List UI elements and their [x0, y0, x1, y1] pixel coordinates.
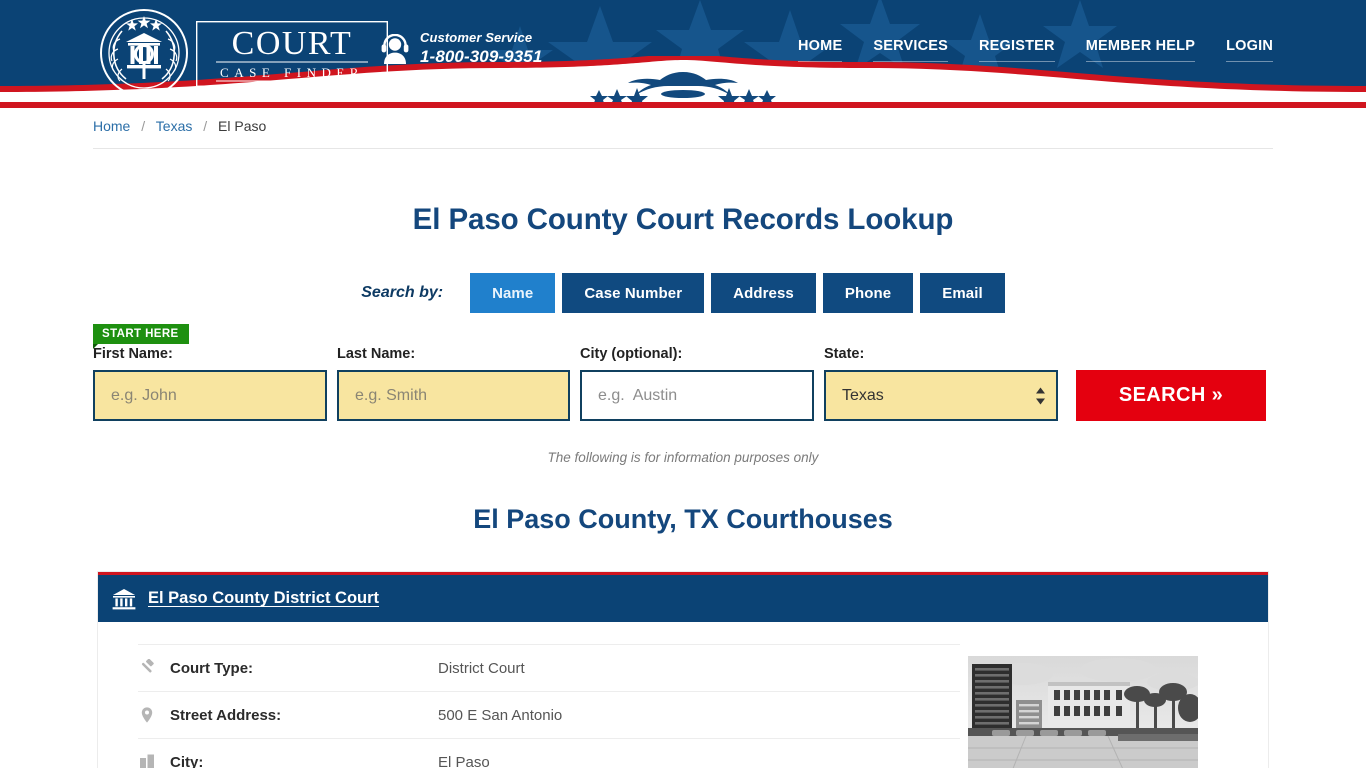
tab-phone[interactable]: Phone [822, 273, 914, 313]
state-label: State: [824, 346, 865, 362]
start-here-badge: START HERE [93, 324, 189, 349]
search-by-tabs: Search by: Name Case Number Address Phon… [0, 273, 1366, 313]
customer-service-label: Customer Service [420, 30, 533, 45]
detail-value: 500 E San Antonio [438, 706, 563, 724]
headset-agent-icon [381, 33, 409, 64]
tab-name[interactable]: Name [470, 273, 556, 313]
courthouse-card-body: Court Type: District Court Street Addres… [98, 622, 1268, 768]
search-by-label: Search by: [361, 284, 444, 301]
detail-row: City: El Paso [138, 738, 960, 768]
disclaimer-text: The following is for information purpose… [547, 450, 819, 465]
detail-row: Court Type: District Court [138, 644, 960, 691]
nav-item-register[interactable]: REGISTER [979, 38, 1055, 62]
courthouse-card-header: El Paso County District Court [98, 575, 1268, 622]
city-label: City (optional): [580, 346, 683, 362]
first-name-input[interactable] [93, 370, 327, 421]
courthouse-name-link[interactable]: El Paso County District Court [148, 589, 379, 608]
last-name-label: Last Name: [337, 346, 416, 362]
last-name-field: Last Name: [337, 346, 570, 421]
city-field: City (optional): [580, 346, 814, 421]
nav-item-login[interactable]: LOGIN [1226, 38, 1273, 62]
city-input[interactable] [580, 370, 814, 421]
tab-address[interactable]: Address [711, 273, 816, 313]
bank-building-icon [112, 588, 136, 609]
nav-item-member-help[interactable]: MEMBER HELP [1085, 38, 1196, 62]
city-icon [140, 754, 154, 768]
gavel-icon [141, 659, 154, 673]
tab-email[interactable]: Email [920, 273, 1005, 313]
breadcrumb-item-texas[interactable]: Texas [156, 118, 193, 134]
first-name-field: First Name: [93, 346, 327, 421]
breadcrumb-item-home[interactable]: Home [93, 118, 130, 134]
detail-value: El Paso [438, 753, 490, 768]
detail-label: City: [170, 753, 204, 768]
court-seal-emblem-icon [100, 9, 188, 97]
detail-value: District Court [438, 659, 525, 677]
search-button[interactable]: SEARCH » [1076, 370, 1266, 421]
breadcrumb-divider [93, 148, 1273, 149]
site-logo[interactable]: COURT CASE FINDER [98, 7, 388, 99]
svg-text:CASE FINDER: CASE FINDER [220, 65, 364, 80]
first-name-label: First Name: [93, 346, 173, 362]
map-pin-icon [141, 707, 153, 723]
customer-service-phone[interactable]: 1-800-309-9351 [420, 47, 542, 67]
tab-case-number[interactable]: Case Number [562, 273, 705, 313]
breadcrumb-separator: / [203, 118, 208, 134]
detail-label: Court Type: [170, 659, 254, 677]
search-form: START HERE First Name: Last Name: City (… [93, 313, 1273, 465]
breadcrumb-item-el-paso: El Paso [218, 118, 267, 134]
nav-item-home[interactable]: HOME [798, 38, 843, 62]
courthouse-photo [968, 656, 1198, 768]
svg-text:COURT: COURT [232, 25, 353, 62]
state-select[interactable]: Texas [824, 370, 1058, 421]
customer-service-block: Customer Service 1-800-309-9351 [381, 30, 542, 67]
detail-row: Street Address: 500 E San Antonio [138, 691, 960, 738]
courthouse-card: El Paso County District Court Court Type… [98, 572, 1268, 768]
page-title: El Paso County Court Records Lookup [412, 203, 954, 236]
main-navigation: HOME SERVICES REGISTER MEMBER HELP LOGIN [798, 38, 1273, 62]
court-case-finder-wordmark: COURT CASE FINDER [196, 21, 388, 87]
last-name-input[interactable] [337, 370, 570, 421]
state-field: State: Texas [824, 346, 1058, 421]
nav-item-services[interactable]: SERVICES [873, 38, 948, 62]
detail-label: Street Address: [170, 706, 282, 724]
courthouse-detail-list: Court Type: District Court Street Addres… [98, 644, 960, 768]
site-header: COURT CASE FINDER Customer Service 1-800… [0, 0, 1366, 102]
header-red-stripe [0, 102, 1366, 108]
breadcrumb-separator: / [141, 118, 146, 134]
section-title: El Paso County, TX Courthouses [473, 504, 893, 534]
